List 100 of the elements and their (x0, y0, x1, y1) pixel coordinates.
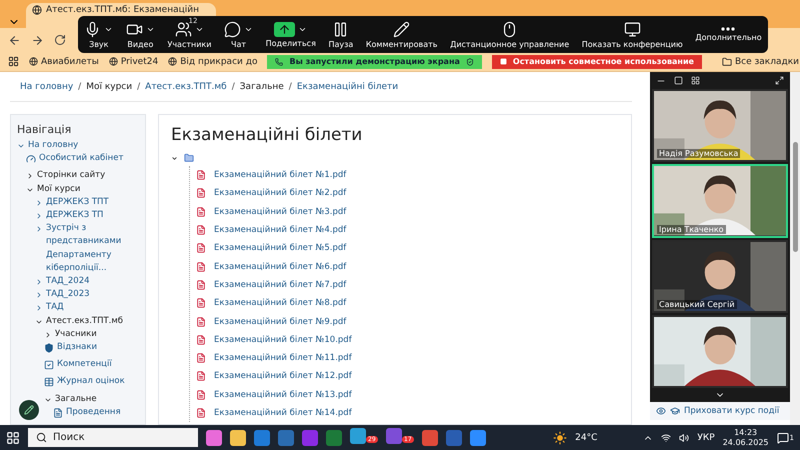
checkbox-icon (44, 360, 54, 370)
reload-icon[interactable] (54, 34, 66, 46)
file-link[interactable]: Екзаменаційний білет №4.pdf (196, 220, 619, 240)
nav-item[interactable]: Сторінки сайту (26, 169, 139, 183)
side-link[interactable]: Приховати курс події (650, 402, 790, 420)
globe-icon (168, 57, 178, 66)
eye-icon (656, 406, 666, 416)
file-link[interactable]: Екзаменаційний білет №9.pdf (196, 312, 619, 331)
nav-item[interactable]: ТАД (35, 301, 139, 315)
nav-item[interactable]: ТАД_2023 (35, 288, 139, 302)
pdf-icon (196, 390, 206, 400)
participant-name: Савицький Сергій (657, 300, 737, 309)
page-title: Екзаменаційні білети (171, 125, 364, 145)
search-field[interactable]: Поиск (28, 428, 198, 447)
file-link[interactable]: Екзаменаційний білет №8.pdf (196, 294, 619, 312)
more-icon (721, 27, 736, 31)
nav-item[interactable]: На головну (17, 139, 139, 152)
nav-item[interactable]: Загальне (44, 392, 139, 406)
pdf-icon (196, 371, 206, 382)
file-link[interactable]: Екзаменаційний білет №11.pdf (196, 348, 619, 368)
document-icon (53, 408, 63, 418)
breadcrumb-item[interactable]: Мої курси (86, 82, 132, 92)
toolbar-button[interactable]: Дистанционное управление (450, 20, 570, 48)
app-icon[interactable] (206, 430, 222, 446)
bookmark[interactable]: Від прикраси до (168, 56, 258, 66)
expand-icon[interactable] (171, 154, 178, 162)
toolbar-button[interactable]: Пауза (328, 20, 354, 48)
app-icon[interactable] (350, 428, 366, 444)
toolbar-button[interactable]: Поделиться (266, 22, 316, 48)
pdf-icon (196, 298, 206, 308)
pdf-icon (196, 188, 206, 198)
scrollbar[interactable] (790, 72, 800, 425)
back-icon[interactable] (8, 34, 21, 46)
windows-icon[interactable] (6, 430, 20, 444)
breadcrumb-item[interactable]: На головну (20, 82, 74, 92)
grid-icon[interactable] (691, 76, 700, 86)
bookmark[interactable]: Privet24 (108, 56, 158, 66)
pdf-icon (196, 334, 206, 345)
pdf-icon (196, 206, 206, 217)
volume-icon[interactable] (679, 432, 690, 442)
file-link[interactable]: Екзаменаційний білет №12.pdf (196, 367, 619, 386)
share-icon (274, 22, 296, 36)
expand-icon[interactable] (775, 76, 784, 86)
wifi-icon[interactable] (661, 432, 672, 442)
nav-item[interactable]: Відзнаки (44, 341, 139, 358)
file-link[interactable]: Екзаменаційний білет №10.pdf (196, 330, 619, 349)
app-icon[interactable] (470, 430, 486, 446)
bookmark[interactable]: Авиабилеты (29, 56, 99, 66)
sun-icon (553, 430, 568, 444)
file-link[interactable]: Екзаменаційний білет №3.pdf (196, 202, 619, 221)
nav-item[interactable]: Особистий кабінет (26, 152, 139, 170)
nav-item[interactable]: ТАД_2024 (35, 275, 139, 288)
file-link[interactable]: Екзаменаційний білет №7.pdf (196, 276, 619, 294)
layout-icon[interactable] (674, 76, 683, 86)
graduation-cap-icon (670, 406, 680, 416)
clock[interactable]: 14:23 24.06.2025 (722, 428, 769, 448)
language-indicator[interactable]: УКР (697, 432, 715, 442)
breadcrumb-separator: / (78, 82, 82, 92)
pdf-icon (196, 353, 206, 364)
pdf-icon (196, 243, 206, 254)
file-link[interactable]: Екзаменаційний білет №1.pdf (196, 166, 619, 184)
weather-text: 24°C (575, 432, 598, 442)
app-icon[interactable] (230, 430, 246, 446)
breadcrumb-item[interactable]: Атест.екз.ТПТ.мб (145, 82, 227, 92)
nav-item[interactable]: Атест.екз.ТПТ.мб (35, 314, 139, 328)
table-icon (44, 377, 54, 388)
file-link[interactable]: Екзаменаційний білет №13.pdf (196, 386, 619, 404)
nav-item[interactable]: ДЕРЖЕКЗ ТПТ (35, 196, 139, 210)
forward-icon[interactable] (31, 34, 44, 46)
file-link[interactable]: Екзаменаційний білет №2.pdf (196, 184, 619, 203)
nav-item[interactable]: Учасники (44, 328, 139, 342)
pencil-icon (24, 405, 34, 415)
nav-item[interactable]: ДЕРЖЕКЗ ТП (35, 209, 139, 222)
file-link[interactable]: Екзаменаційний білет №14.pdf (196, 404, 619, 422)
nav-item[interactable]: Зустріч з представниками Департаменту кіберполіції... (35, 222, 139, 276)
breadcrumb-item[interactable]: Екзаменаційні білети (296, 82, 398, 92)
toolbar-button[interactable]: Показать конференцию (582, 20, 683, 48)
stop-sharing-button[interactable]: Остановить совместное использование (492, 54, 702, 68)
nav-item[interactable]: Компетенції (44, 358, 139, 376)
globe-icon (108, 57, 118, 66)
stop-icon (500, 58, 507, 65)
toolbar-button[interactable]: Комментировать (366, 20, 438, 48)
pdf-icon (196, 262, 206, 272)
search-icon (36, 432, 47, 443)
pdf-icon (196, 170, 206, 180)
breadcrumb-item[interactable]: Загальне (240, 82, 284, 92)
edit-button[interactable] (19, 400, 39, 420)
app-icon[interactable] (422, 430, 438, 446)
pdf-icon (196, 408, 206, 418)
file-link[interactable]: Екзаменаційний білет №6.pdf (196, 257, 619, 276)
file-link[interactable]: Екзаменаційний білет №5.pdf (196, 239, 619, 258)
participant-name: Надія Разумовська (657, 149, 740, 158)
all-bookmarks[interactable]: Все закладки (722, 56, 800, 66)
apps-icon[interactable] (8, 56, 19, 67)
shield-icon (44, 343, 54, 354)
toolbar-button[interactable]: Чат (224, 20, 254, 48)
toolbar-button[interactable]: Дополнительно (695, 27, 762, 42)
nav-item[interactable]: Проведення (53, 406, 139, 424)
nav-item[interactable]: Мої курси (26, 182, 139, 196)
nav-item[interactable]: Журнал оцінок (44, 375, 139, 393)
